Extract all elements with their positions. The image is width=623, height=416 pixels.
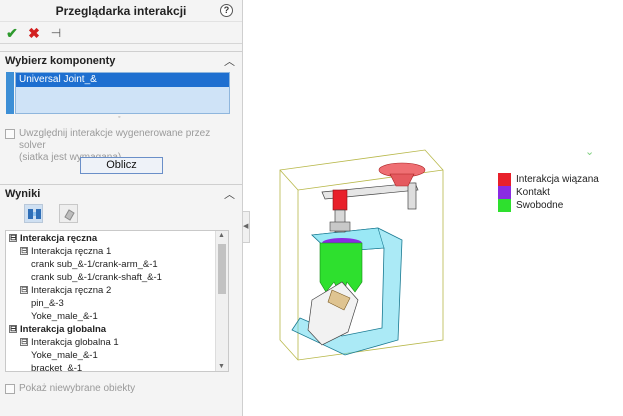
include-solver-checkbox[interactable]: [5, 129, 15, 139]
tree-component-row[interactable]: bracket_&-1: [6, 362, 83, 372]
legend-swatch: [498, 173, 511, 186]
legend-label: Swobodne: [516, 200, 564, 211]
tree-interaction-row[interactable]: ⊟ Interakcja globalna 1: [6, 336, 119, 349]
crank-shaft-part[interactable]: [329, 209, 351, 233]
show-unselected-checkbox[interactable]: [5, 384, 15, 394]
panel-title: Przeglądarka interakcji: [55, 4, 187, 18]
tree-collapse-icon[interactable]: ⊟: [20, 338, 28, 347]
tree-row-label: bracket_&-1: [31, 363, 83, 372]
tree-row-label: Interakcja ręczna: [20, 233, 98, 244]
scroll-down-icon[interactable]: ▼: [218, 363, 225, 370]
bonded-shaft-part[interactable]: [332, 189, 348, 211]
scroll-up-icon[interactable]: ▲: [218, 232, 225, 239]
tree-collapse-icon[interactable]: ⊟: [20, 247, 28, 256]
tree-interaction-row[interactable]: ⊟ Interakcja ręczna 2: [6, 284, 111, 297]
legend-label: Kontakt: [516, 187, 550, 198]
selected-component-item[interactable]: Universal Joint_&: [16, 73, 229, 87]
interaction-viewer-panel: Przeglądarka interakcji ? ✔ ✖ ⊣ Wybierz …: [0, 0, 243, 416]
tree-collapse-icon[interactable]: ⊟: [9, 325, 17, 334]
view-orientation-icon[interactable]: ⌄: [585, 145, 594, 158]
interaction-view-icon[interactable]: [24, 204, 43, 223]
legend-item: Kontakt: [498, 186, 618, 199]
tree-component-row[interactable]: crank sub_&-1/crank-arm_&-1: [6, 258, 158, 271]
scrollbar-thumb[interactable]: [218, 244, 226, 294]
help-icon[interactable]: ?: [220, 4, 233, 17]
select-components-header[interactable]: Wybierz komponenty ︿: [0, 51, 242, 69]
tree-row-label: crank sub_&-1/crank-shaft_&-1: [31, 272, 162, 283]
interaction-legend: Interakcja wiązana Kontakt Swobodne: [498, 173, 618, 212]
component-selection-box[interactable]: Universal Joint_&: [6, 72, 230, 114]
include-solver-option[interactable]: Uwzględnij interakcje wygenerowane przez…: [5, 128, 237, 163]
legend-swatch: [498, 186, 511, 199]
tree-row-label: Interakcja globalna 1: [31, 337, 119, 348]
tree-group-row[interactable]: ⊟ Interakcja ręczna: [6, 232, 97, 245]
legend-label: Interakcja wiązana: [516, 174, 599, 185]
tree-collapse-icon[interactable]: ⊟: [20, 286, 28, 295]
component-selection-list[interactable]: Universal Joint_&: [15, 72, 230, 114]
select-components-label: Wybierz komponenty: [5, 55, 116, 67]
tree-component-row[interactable]: Yoke_male_&-1: [6, 310, 98, 323]
pushpin-icon[interactable]: ⊣: [48, 25, 64, 41]
reset-view-icon[interactable]: [59, 204, 78, 223]
tree-row-label: pin_&-3: [31, 298, 64, 309]
results-tree[interactable]: ⊟ Interakcja ręczna ⊟ Interakcja ręczna 1 cr…: [5, 230, 229, 372]
tree-row-label: Interakcja ręczna 1: [31, 246, 112, 257]
selection-active-marker: [6, 72, 14, 114]
legend-swatch: [498, 199, 511, 212]
chevron-up-icon[interactable]: ︿: [224, 186, 235, 202]
tree-row-label: Interakcja globalna: [20, 324, 107, 335]
action-row: ✔ ✖ ⊣: [0, 22, 242, 44]
tree-component-row[interactable]: pin_&-3: [6, 297, 64, 310]
tree-row-label: crank sub_&-1/crank-arm_&-1: [31, 259, 158, 270]
legend-item: Interakcja wiązana: [498, 173, 618, 186]
graphics-viewport[interactable]: ⌄ Interakcja wiązana Kontakt Swobodne: [250, 0, 623, 416]
chevron-up-icon[interactable]: ︿: [224, 53, 235, 69]
checkmark-icon[interactable]: ✔: [4, 25, 20, 41]
tree-collapse-icon[interactable]: ⊟: [9, 234, 17, 243]
show-unselected-label: Pokaż niewybrane obiekty: [19, 383, 136, 394]
tree-group-row[interactable]: ⊟ Interakcja globalna: [6, 323, 106, 336]
resize-grip-icon[interactable]: ◦: [118, 114, 120, 121]
tree-row-label: Yoke_male_&-1: [31, 350, 98, 361]
legend-item: Swobodne: [498, 199, 618, 212]
results-header[interactable]: Wyniki ︿: [0, 184, 242, 202]
tree-row-label: Yoke_male_&-1: [31, 311, 98, 322]
tree-row-label: Interakcja ręczna 2: [31, 285, 112, 296]
panel-header: Przeglądarka interakcji ?: [0, 0, 242, 22]
interaction-view-glyph: [28, 209, 41, 219]
panel-collapse-tab[interactable]: ◀: [243, 211, 250, 243]
calculate-button[interactable]: Oblicz: [80, 157, 163, 174]
results-label: Wyniki: [5, 188, 41, 200]
close-icon[interactable]: ✖: [26, 25, 42, 41]
tree-component-row[interactable]: Yoke_male_&-1: [6, 349, 98, 362]
chevron-left-icon: ◀: [243, 223, 249, 230]
crank-knob-part[interactable]: [378, 162, 426, 187]
reset-view-glyph: [64, 209, 75, 221]
show-unselected-option[interactable]: Pokaż niewybrane obiekty: [5, 383, 235, 395]
include-solver-label: Uwzględnij interakcje wygenerowane przez…: [19, 128, 211, 151]
tree-component-row[interactable]: crank sub_&-1/crank-shaft_&-1: [6, 271, 162, 284]
tree-interaction-row[interactable]: ⊟ Interakcja ręczna 1: [6, 245, 111, 258]
tree-scrollbar[interactable]: ▲ ▼: [215, 231, 228, 371]
